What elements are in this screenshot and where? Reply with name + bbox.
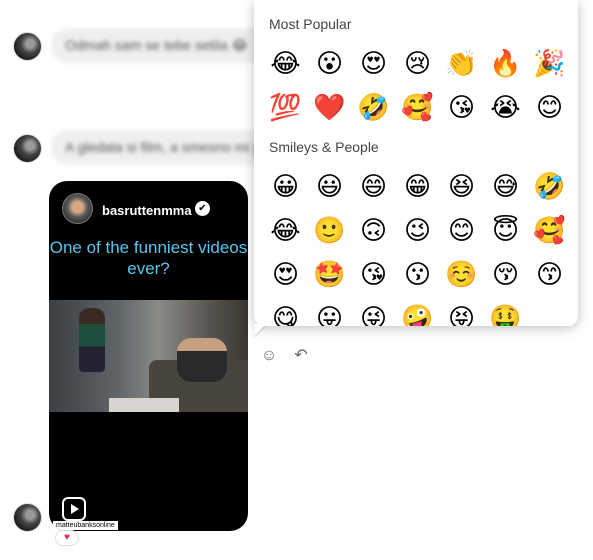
emoji-option[interactable]: 😙 bbox=[533, 259, 566, 292]
emoji-option[interactable]: 🔥 bbox=[489, 48, 522, 81]
picker-pointer bbox=[254, 324, 266, 336]
emoji-option[interactable]: 🤪 bbox=[401, 303, 434, 326]
emoji-option[interactable]: 🎉 bbox=[533, 48, 566, 81]
emoji-option[interactable]: 😂 bbox=[269, 215, 302, 248]
emoji-option[interactable]: 😮 bbox=[313, 48, 346, 81]
emoji-option[interactable]: 😘 bbox=[357, 259, 390, 292]
emoji-option[interactable]: 😍 bbox=[357, 48, 390, 81]
emoji-option[interactable]: 😊 bbox=[533, 92, 566, 125]
shared-reel-card[interactable]: basruttenmma ✔ One of the funniest video… bbox=[49, 181, 248, 531]
emoji-option[interactable]: 🤑 bbox=[489, 303, 522, 326]
reel-author-username[interactable]: basruttenmma bbox=[102, 203, 192, 218]
emoji-option[interactable]: 😚 bbox=[489, 259, 522, 292]
emoji-option[interactable]: 😜 bbox=[357, 303, 390, 326]
most-popular-grid: 😂 😮 😍 😢 👏 🔥 🎉 💯 ❤️ 🤣 🥰 😘 😭 😊 bbox=[269, 48, 566, 125]
contact-avatar[interactable] bbox=[13, 134, 42, 163]
emoji-option[interactable]: ☺️ bbox=[445, 259, 478, 292]
emoji-option[interactable]: 😁 bbox=[401, 171, 434, 204]
reply-button[interactable]: ↶ bbox=[291, 346, 311, 366]
message-bubble[interactable]: Odmah sam se tebe setila 😂 bbox=[51, 28, 276, 63]
emoji-option[interactable]: 😢 bbox=[401, 48, 434, 81]
reel-author-avatar[interactable] bbox=[62, 193, 93, 224]
reel-caption: One of the funniest videos ever? bbox=[49, 238, 248, 278]
contact-avatar[interactable] bbox=[13, 32, 42, 61]
chat-window: Odmah sam se tebe setila 😂 A gledala si … bbox=[0, 0, 593, 560]
emoji-option[interactable]: 😃 bbox=[313, 171, 346, 204]
emoji-option[interactable]: 😭 bbox=[489, 92, 522, 125]
smileys-grid: 😀 😃 😄 😁 😆 😅 🤣 😂 🙂 🙃 😉 😊 😇 🥰 😍 🤩 😘 😗 ☺️ 😚 😙 😋 😛 😜 🤪 😝 🤑 bbox=[269, 171, 566, 326]
emoji-option[interactable]: 🙃 bbox=[357, 215, 390, 248]
heart-reaction-icon[interactable]: ♥ bbox=[55, 530, 79, 546]
emoji-option[interactable]: 😗 bbox=[401, 259, 434, 292]
emoji-option[interactable]: 😘 bbox=[445, 92, 478, 125]
section-title-smileys: Smileys & People bbox=[269, 139, 379, 155]
emoji-option[interactable]: ❤️ bbox=[313, 92, 346, 125]
emoji-option[interactable]: 😄 bbox=[357, 171, 390, 204]
emoji-option[interactable]: 🥰 bbox=[401, 92, 434, 125]
emoji-option[interactable]: 😉 bbox=[401, 215, 434, 248]
scene-person-sitting bbox=[177, 338, 227, 382]
emoji-option[interactable]: 😛 bbox=[313, 303, 346, 326]
reel-credit: matteubanksonline bbox=[53, 521, 118, 530]
emoji-option[interactable]: 😆 bbox=[445, 171, 478, 204]
emoji-option[interactable]: 😅 bbox=[489, 171, 522, 204]
emoji-option[interactable]: 😝 bbox=[445, 303, 478, 326]
emoji-option[interactable]: 🤣 bbox=[533, 171, 566, 204]
emoji-option[interactable]: 💯 bbox=[269, 92, 302, 125]
emoji-option[interactable]: 😀 bbox=[269, 171, 302, 204]
emoji-option[interactable]: 😊 bbox=[445, 215, 478, 248]
emoji-reaction-button[interactable]: ☺ bbox=[259, 346, 279, 366]
section-title-most-popular: Most Popular bbox=[269, 16, 352, 32]
message-bubble[interactable]: A gledala si film, a smesno mi je bilo bbox=[51, 130, 276, 165]
contact-avatar[interactable] bbox=[13, 503, 42, 532]
emoji-option[interactable]: 🤩 bbox=[313, 259, 346, 292]
emoji-option[interactable]: 😇 bbox=[489, 215, 522, 248]
verified-badge-icon: ✔ bbox=[195, 201, 210, 216]
emoji-option[interactable]: 🤣 bbox=[357, 92, 390, 125]
emoji-option[interactable]: 👏 bbox=[445, 48, 478, 81]
reels-icon bbox=[62, 497, 86, 521]
emoji-option[interactable]: 😋 bbox=[269, 303, 302, 326]
reel-video-thumbnail[interactable] bbox=[49, 300, 248, 412]
emoji-option[interactable]: 🥰 bbox=[533, 215, 566, 248]
scene-table bbox=[109, 398, 179, 412]
emoji-option[interactable]: 🙂 bbox=[313, 215, 346, 248]
emoji-picker: Most Popular 😂 😮 😍 😢 👏 🔥 🎉 💯 ❤️ 🤣 🥰 😘 😭 😊 Smileys & P… bbox=[254, 0, 578, 326]
emoji-option[interactable]: 😂 bbox=[269, 48, 302, 81]
emoji-option[interactable]: 😍 bbox=[269, 259, 302, 292]
scene-person-standing bbox=[79, 308, 105, 372]
